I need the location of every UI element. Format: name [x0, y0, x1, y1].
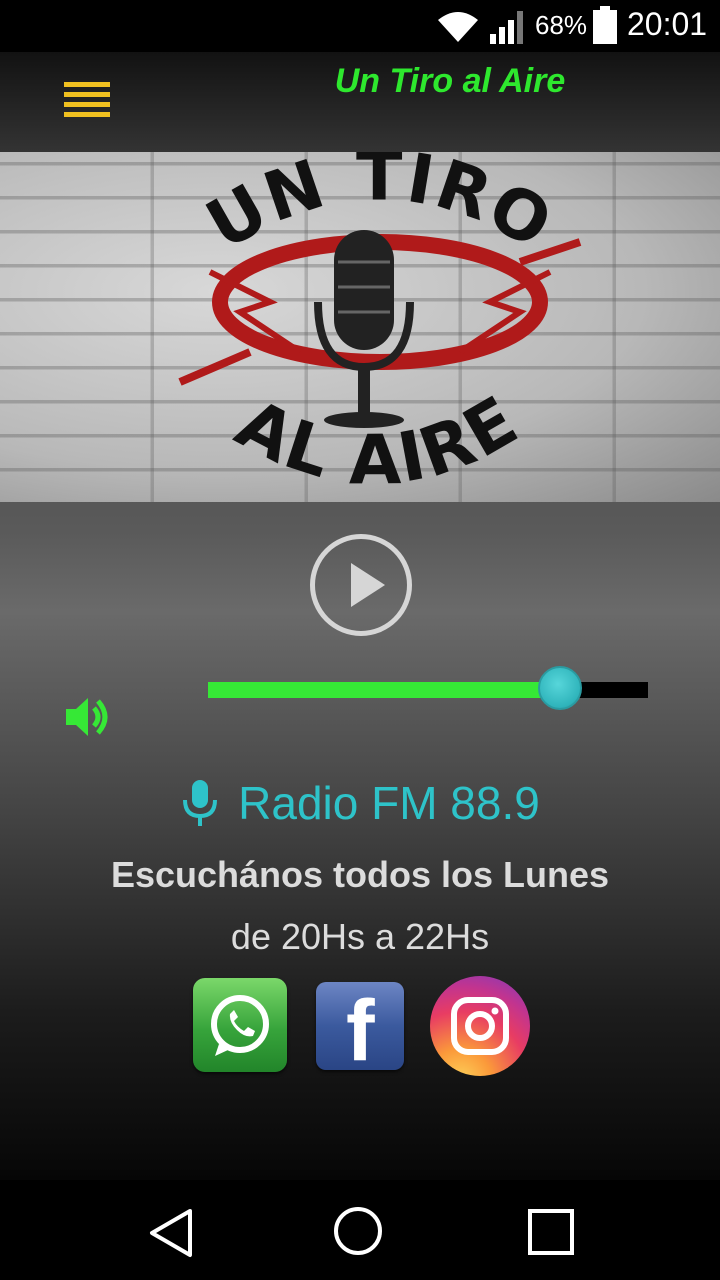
instagram-icon [451, 997, 509, 1055]
whatsapp-icon [211, 995, 269, 1056]
toolbar: Un Tiro al Aire [0, 52, 720, 152]
back-icon[interactable] [148, 1208, 194, 1258]
instagram-button[interactable] [430, 976, 530, 1076]
facebook-button[interactable]: f [316, 982, 404, 1079]
signal-icon [490, 11, 523, 44]
schedule-day: Escuchános todos los Lunes [110, 854, 610, 895]
svg-text:AL AIRE: AL AIRE [224, 381, 533, 500]
logo-bottom-text: AL AIRE [224, 381, 531, 500]
facebook-icon: f [346, 983, 375, 1079]
recent-apps-icon[interactable] [528, 1209, 574, 1255]
hamburger-menu-icon[interactable] [64, 82, 112, 120]
home-icon[interactable] [334, 1207, 382, 1255]
whatsapp-button[interactable] [193, 978, 287, 1072]
app-title: Un Tiro al Aire [334, 62, 566, 100]
volume-fill [208, 682, 560, 698]
battery-percent: 68% [535, 10, 588, 40]
speaker-volume-icon[interactable] [62, 692, 112, 742]
volume-slider[interactable] [208, 666, 648, 710]
navigation-bar [0, 1180, 720, 1280]
status-bar: 68% 20:01 [0, 0, 720, 52]
station-logo: UN TIRO AL AIRE [178, 152, 582, 500]
clock: 20:01 [627, 6, 708, 42]
station-row: Radio FM 88.9 [0, 776, 720, 836]
play-button[interactable] [310, 534, 412, 636]
play-icon [351, 563, 385, 607]
schedule-time: de 20Hs a 22Hs [230, 916, 490, 957]
wifi-icon [438, 12, 478, 42]
station-logo-banner: UN TIRO AL AIRE [0, 152, 720, 502]
microphone-icon [183, 780, 218, 826]
volume-thumb[interactable] [538, 666, 582, 710]
battery-icon [593, 6, 617, 44]
app-screen: Un Tiro al Aire UN TIRO AL AIRE Radio FM… [0, 52, 720, 1180]
station-name: Radio FM 88.9 [238, 777, 540, 829]
